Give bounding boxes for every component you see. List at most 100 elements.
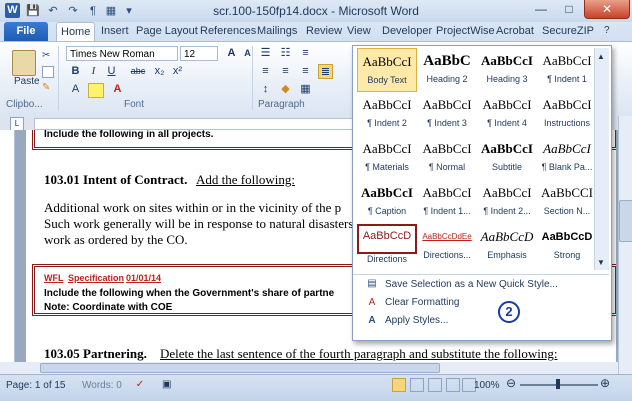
- style-instructions[interactable]: AaBbCcI Instructions: [537, 92, 597, 136]
- gallery-divider: [353, 274, 609, 275]
- align-center-icon[interactable]: ≡: [278, 64, 293, 79]
- style-heading-3[interactable]: AaBbCcI Heading 3: [477, 48, 537, 92]
- horizontal-ruler[interactable]: [34, 118, 366, 130]
- justify-icon[interactable]: ≣: [318, 64, 333, 79]
- tab-home[interactable]: Home: [56, 22, 96, 42]
- style-name: ¶ Indent 1...: [423, 206, 471, 216]
- style-directions[interactable]: AaBbCcD Directions: [357, 224, 417, 268]
- tab-selector-icon[interactable]: L: [10, 117, 24, 131]
- line-spacing-icon[interactable]: ↕: [258, 82, 273, 97]
- underline-button[interactable]: U: [104, 64, 119, 79]
- paste-icon[interactable]: [12, 50, 36, 76]
- text-effects-icon[interactable]: A: [68, 82, 83, 97]
- style-subtitle[interactable]: AaBbCcI Subtitle: [477, 136, 537, 180]
- numbering-icon[interactable]: ☷: [278, 46, 293, 61]
- style-indent-4[interactable]: AaBbCcI ¶ Indent 4: [477, 92, 537, 136]
- tab-file[interactable]: File: [4, 22, 48, 41]
- style-directions[interactable]: AaBbCcDdEe Directions...: [417, 224, 477, 268]
- bullets-icon[interactable]: ☰: [258, 46, 273, 61]
- gallery-scroll-up-icon[interactable]: ▲: [597, 52, 605, 61]
- shading-icon[interactable]: ◆: [278, 82, 293, 97]
- tab-insert[interactable]: Insert: [101, 25, 129, 37]
- tab-mailings[interactable]: Mailings: [257, 25, 297, 37]
- font-name-combo[interactable]: Times New Roman: [66, 46, 178, 61]
- format-painter-icon[interactable]: ✎: [42, 82, 52, 93]
- align-left-icon[interactable]: ≡: [258, 64, 273, 79]
- full-screen-reading-icon[interactable]: [410, 378, 424, 392]
- style-strong[interactable]: AaBbCcD Strong: [537, 224, 597, 268]
- group-separator: [58, 46, 59, 110]
- style-preview: AaBbCcI: [482, 185, 532, 200]
- style-preview: AaBbCcI: [422, 141, 472, 156]
- style-name: Heading 2: [426, 74, 468, 84]
- tab-page-layout[interactable]: Page Layout: [136, 25, 198, 37]
- style-body-text[interactable]: AaBbCcI Body Text: [357, 48, 417, 92]
- style-indent-1[interactable]: AaBbCcI ¶ Indent 1...: [417, 180, 477, 224]
- style-indent-1[interactable]: AaBbCcI ¶ Indent 1: [537, 48, 597, 92]
- apply-styles-item[interactable]: Apply Styles...: [385, 315, 448, 326]
- spec-tag-date: 01/01/14: [126, 273, 162, 283]
- multilevel-list-icon[interactable]: ≡: [298, 46, 313, 61]
- style-emphasis[interactable]: AaBbCcD Emphasis: [477, 224, 537, 268]
- style-caption[interactable]: AaBbCcI ¶ Caption: [357, 180, 417, 224]
- word-count[interactable]: Words: 0: [82, 380, 122, 391]
- font-size-combo[interactable]: 12: [180, 46, 218, 61]
- outline-icon[interactable]: [446, 378, 460, 392]
- gallery-scroll-down-icon[interactable]: ▼: [597, 258, 605, 267]
- style-preview: AaBbCcI: [542, 97, 592, 112]
- close-button[interactable]: ✕: [584, 0, 630, 19]
- style-blank-pa[interactable]: AaBbCcI ¶ Blank Pa...: [537, 136, 597, 180]
- web-layout-icon[interactable]: [428, 378, 442, 392]
- highlight-icon[interactable]: [88, 83, 104, 98]
- copy-icon[interactable]: [42, 66, 54, 78]
- style-preview: AaBbCcDdEe: [422, 232, 472, 241]
- strikethrough-button[interactable]: abc: [128, 64, 148, 79]
- style-name: ¶ Indent 2: [367, 118, 407, 128]
- borders-icon[interactable]: ▦: [298, 82, 313, 97]
- style-normal[interactable]: AaBbCcI ¶ Normal: [417, 136, 477, 180]
- subscript-button[interactable]: x₂: [152, 64, 167, 79]
- save-quick-style-item[interactable]: Save Selection as a New Quick Style...: [385, 279, 558, 290]
- clipboard-group-label: Clipbo...: [6, 99, 43, 110]
- cut-icon[interactable]: ✂: [42, 50, 52, 61]
- paragraph-line-3: work as ordered by the CO.: [44, 232, 188, 247]
- tab-projectwise[interactable]: ProjectWise: [436, 25, 495, 37]
- tab-developer[interactable]: Developer: [382, 25, 432, 37]
- macro-record-icon[interactable]: ▣: [162, 379, 176, 391]
- clear-formatting-item[interactable]: Clear Formatting: [385, 297, 459, 308]
- style-materials[interactable]: AaBbCcI ¶ Materials: [357, 136, 417, 180]
- vertical-scrollbar[interactable]: [618, 116, 632, 374]
- horizontal-scroll-thumb[interactable]: [40, 363, 440, 373]
- help-icon[interactable]: ?: [604, 25, 610, 36]
- tab-securezip[interactable]: SecureZIP: [542, 25, 594, 37]
- tab-review[interactable]: Review: [306, 25, 342, 37]
- style-indent-3[interactable]: AaBbCcI ¶ Indent 3: [417, 92, 477, 136]
- print-layout-icon[interactable]: [392, 378, 406, 392]
- proofing-icon[interactable]: ✓: [134, 379, 146, 391]
- style-section-n[interactable]: AaBbCCI Section N...: [537, 180, 597, 224]
- maximize-button[interactable]: □: [556, 0, 582, 18]
- align-right-icon[interactable]: ≡: [298, 64, 313, 79]
- tab-view[interactable]: View: [347, 25, 371, 37]
- zoom-slider-thumb[interactable]: [556, 379, 560, 389]
- zoom-level[interactable]: 100%: [474, 380, 500, 391]
- font-color-icon[interactable]: A: [110, 82, 125, 97]
- style-heading-2[interactable]: AaBbC Heading 2: [417, 48, 477, 92]
- zoom-in-icon[interactable]: ⊕: [600, 376, 610, 390]
- gallery-scrollbar[interactable]: [594, 48, 609, 270]
- tab-references[interactable]: References: [200, 25, 256, 37]
- superscript-button[interactable]: x²: [170, 64, 185, 79]
- minimize-button[interactable]: —: [528, 0, 554, 18]
- style-preview: AaBbCcI: [362, 141, 412, 156]
- italic-button[interactable]: I: [86, 64, 101, 79]
- paste-button-label[interactable]: Paste: [14, 76, 40, 87]
- grow-font-icon[interactable]: A: [224, 46, 239, 61]
- style-indent-2[interactable]: AaBbCcI ¶ Indent 2...: [477, 180, 537, 224]
- bold-button[interactable]: B: [68, 64, 83, 79]
- tab-acrobat[interactable]: Acrobat: [496, 25, 534, 37]
- style-indent-2[interactable]: AaBbCcI ¶ Indent 2: [357, 92, 417, 136]
- zoom-out-icon[interactable]: ⊖: [506, 376, 516, 390]
- page-count[interactable]: Page: 1 of 15: [6, 380, 66, 391]
- vertical-scroll-thumb[interactable]: [619, 200, 632, 242]
- paragraph-group-label: Paragraph: [258, 99, 305, 110]
